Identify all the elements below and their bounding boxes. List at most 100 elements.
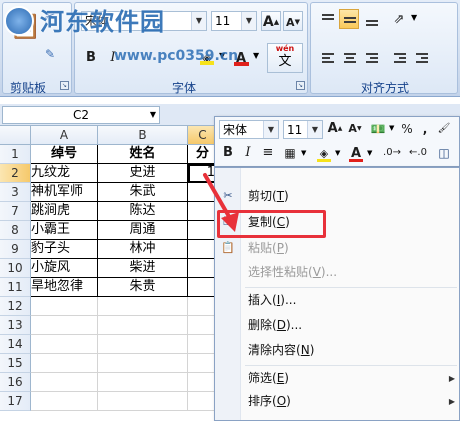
col-header-b[interactable]: B xyxy=(98,126,188,145)
chevron-down-icon[interactable]: ▼ xyxy=(307,121,322,138)
cell-name[interactable]: 史进 xyxy=(98,164,188,183)
menu-item-filter[interactable]: 筛选(E) xyxy=(248,367,289,389)
merge-center-icon[interactable]: ◫ xyxy=(433,144,455,162)
empty-cell[interactable] xyxy=(98,392,188,411)
cell-nickname[interactable]: 九纹龙 xyxy=(31,164,98,183)
increase-decimal-icon[interactable]: .0→ xyxy=(381,144,403,162)
mini-font-size-combo[interactable]: 11 ▼ xyxy=(283,120,323,139)
align-bottom-icon[interactable] xyxy=(361,9,381,29)
empty-cell[interactable] xyxy=(31,335,98,354)
cell-name[interactable]: 朱武 xyxy=(98,183,188,202)
empty-cell[interactable] xyxy=(31,354,98,373)
percent-style-button[interactable]: % xyxy=(399,120,415,138)
row-header[interactable]: 12 xyxy=(0,297,31,316)
font-launcher-icon[interactable]: ↘ xyxy=(296,81,305,90)
menu-item-cut[interactable]: 剪切(T) xyxy=(248,185,289,207)
row-header[interactable]: 15 xyxy=(0,354,31,373)
align-top-icon[interactable] xyxy=(317,9,337,29)
select-all-corner[interactable] xyxy=(0,126,31,145)
mini-fill-color-button[interactable]: ◈ xyxy=(315,144,333,162)
mini-grow-font-button[interactable]: A▲ xyxy=(327,120,343,138)
cell-name[interactable]: 林冲 xyxy=(98,240,188,259)
decrease-decimal-icon[interactable]: ←.0 xyxy=(407,144,429,162)
row-header[interactable]: 3 xyxy=(0,183,31,202)
chevron-down-icon[interactable]: ▼ xyxy=(150,107,156,123)
mini-shrink-font-button[interactable]: A▼ xyxy=(347,120,363,138)
mini-font-name-combo[interactable]: 宋体 ▼ xyxy=(219,120,279,139)
cell-nickname[interactable]: 小旋风 xyxy=(31,259,98,278)
chevron-down-icon[interactable]: ▼ xyxy=(367,149,372,157)
font-size-combo[interactable]: 11 ▼ xyxy=(211,11,257,31)
format-painter-icon[interactable]: ✎ xyxy=(45,47,65,63)
chevron-down-icon[interactable]: ▼ xyxy=(411,13,417,22)
chevron-down-icon[interactable]: ▼ xyxy=(301,149,306,157)
align-right-icon[interactable] xyxy=(361,47,381,67)
name-box[interactable]: C2 ▼ xyxy=(2,106,160,124)
watermark-logo-icon xyxy=(4,6,34,36)
phonetic-guide-button[interactable]: wén 文 xyxy=(267,43,303,73)
menu-item-clear-contents[interactable]: 清除内容(N) xyxy=(248,339,314,361)
mini-bold-button[interactable]: B xyxy=(219,144,237,162)
row-header[interactable]: 9 xyxy=(0,240,31,259)
empty-cell[interactable] xyxy=(98,354,188,373)
chevron-down-icon[interactable]: ▼ xyxy=(191,12,206,30)
empty-cell[interactable] xyxy=(31,316,98,335)
col-header-a[interactable]: A xyxy=(31,126,98,145)
row-header[interactable]: 16 xyxy=(0,373,31,392)
row-header[interactable]: 8 xyxy=(0,221,31,240)
increase-indent-icon[interactable] xyxy=(411,47,431,67)
mini-font-color-button[interactable]: A xyxy=(347,144,365,162)
cell-name[interactable]: 朱贵 xyxy=(98,278,188,297)
row-header[interactable]: 7 xyxy=(0,202,31,221)
clear-format-icon[interactable]: 🖌 xyxy=(433,120,455,138)
header-cell-name[interactable]: 姓名 xyxy=(98,145,188,164)
chevron-down-icon[interactable]: ▼ xyxy=(253,51,259,60)
align-center-icon[interactable] xyxy=(339,47,359,67)
row-header[interactable]: 1 xyxy=(0,145,31,164)
empty-cell[interactable] xyxy=(31,373,98,392)
row-header[interactable]: 14 xyxy=(0,335,31,354)
cell-nickname[interactable]: 神机军师 xyxy=(31,183,98,202)
empty-cell[interactable] xyxy=(98,335,188,354)
shrink-font-button[interactable]: A▼ xyxy=(283,11,303,31)
orientation-icon[interactable]: ⇗ xyxy=(389,9,409,29)
menu-item-insert[interactable]: 插入(I)... xyxy=(248,289,296,311)
comma-style-button[interactable]: , xyxy=(419,120,431,138)
row-header[interactable]: 17 xyxy=(0,392,31,411)
accounting-format-icon[interactable]: 💵 xyxy=(367,120,389,138)
decrease-indent-icon[interactable] xyxy=(389,47,409,67)
align-middle-icon[interactable] xyxy=(339,9,359,29)
cell-nickname[interactable]: 豹子头 xyxy=(31,240,98,259)
grow-font-button[interactable]: A▲ xyxy=(261,11,281,31)
row-header[interactable]: 2 xyxy=(0,164,31,183)
cell-nickname[interactable]: 跳涧虎 xyxy=(31,202,98,221)
bold-button[interactable]: B xyxy=(81,47,101,67)
row-header[interactable]: 13 xyxy=(0,316,31,335)
cell-name[interactable]: 周通 xyxy=(98,221,188,240)
cell-nickname[interactable]: 小霸王 xyxy=(31,221,98,240)
menu-item-sort[interactable]: 排序(O) xyxy=(248,390,291,412)
empty-cell[interactable] xyxy=(98,316,188,335)
chevron-down-icon[interactable]: ▼ xyxy=(335,149,340,157)
empty-cell[interactable] xyxy=(31,297,98,316)
empty-cell[interactable] xyxy=(98,297,188,316)
row-header[interactable]: 10 xyxy=(0,259,31,278)
align-left-icon[interactable] xyxy=(317,47,337,67)
chevron-down-icon[interactable]: ▼ xyxy=(241,12,256,30)
cell-nickname[interactable]: 旱地忽律 xyxy=(31,278,98,297)
mini-align-center-icon[interactable]: ≡ xyxy=(259,144,277,162)
menu-item-paste[interactable]: 粘贴(P) xyxy=(248,237,289,259)
cell-name[interactable]: 陈达 xyxy=(98,202,188,221)
cell-name[interactable]: 柴进 xyxy=(98,259,188,278)
row-header[interactable]: 11 xyxy=(0,278,31,297)
mini-italic-button[interactable]: I xyxy=(239,144,257,162)
menu-item-paste-special[interactable]: 选择性粘贴(V)... xyxy=(248,261,337,283)
empty-cell[interactable] xyxy=(31,392,98,411)
menu-item-delete[interactable]: 删除(D)... xyxy=(248,314,302,336)
header-cell-nickname[interactable]: 绰号 xyxy=(31,145,98,164)
chevron-down-icon[interactable]: ▼ xyxy=(389,124,394,132)
clipboard-launcher-icon[interactable]: ↘ xyxy=(60,81,69,90)
chevron-down-icon[interactable]: ▼ xyxy=(263,121,278,138)
mini-borders-icon[interactable]: ▦ xyxy=(281,144,299,162)
empty-cell[interactable] xyxy=(98,373,188,392)
